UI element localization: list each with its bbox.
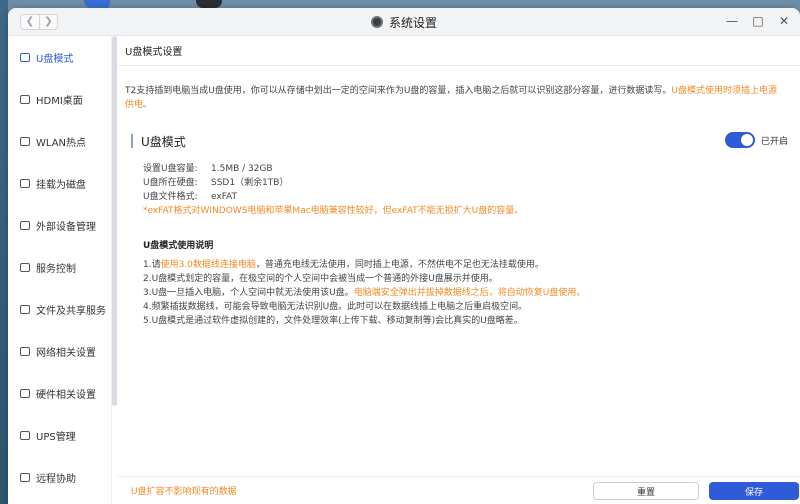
monitor-icon bbox=[20, 94, 30, 104]
sidebar-item-external-devices[interactable]: 外部设备管理 bbox=[8, 204, 111, 246]
device-icon bbox=[20, 220, 30, 230]
hardware-icon bbox=[20, 388, 30, 398]
disk-label: U盘所在硬盘: bbox=[143, 178, 198, 188]
usb-mode-title: U盘模式 bbox=[141, 134, 186, 149]
save-button[interactable]: 保存 bbox=[709, 482, 799, 500]
headset-icon bbox=[20, 472, 30, 482]
usb-info: 设置U盘容量: 1.5MB / 32GB U盘所在硬盘: SSD1（剩余1TB）… bbox=[143, 162, 523, 218]
sidebar-item-wlan[interactable]: WLAN热点 bbox=[8, 120, 111, 162]
sidebar-item-hdmi[interactable]: HDMI桌面 bbox=[8, 78, 111, 120]
usb-icon bbox=[20, 52, 30, 62]
disk-row: U盘所在硬盘: SSD1（剩余1TB） bbox=[143, 176, 523, 190]
capacity-value: 1.5MB / 32GB bbox=[211, 164, 273, 174]
sidebar-item-hardware[interactable]: 硬件相关设置 bbox=[8, 372, 111, 414]
sidebar-item-label: UPS管理 bbox=[36, 431, 76, 443]
explain-title: U盘模式使用说明 bbox=[143, 241, 214, 251]
explain-text: ，普通充电线无法使用，同时插上电源，不然供电不足也无法挂载使用。 bbox=[255, 260, 544, 270]
settings-window: ❮ ❯ 系统设置 — □ ✕ U盘模式 HDMI桌面 WLAN热点 挂载为磁盘 bbox=[8, 8, 800, 504]
capacity-label: 设置U盘容量: bbox=[143, 164, 198, 174]
sidebar-item-label: HDMI桌面 bbox=[36, 95, 83, 107]
title-bar: ❮ ❯ 系统设置 — □ ✕ bbox=[8, 8, 800, 36]
section-marker bbox=[131, 134, 133, 148]
explain-item: 1.请使用3.0数据线连接电脑，普通充电线无法使用，同时插上电源，不然供电不足也… bbox=[143, 258, 783, 272]
toggle-status: 已开启 bbox=[760, 136, 788, 147]
footer: U盘扩容不影响现有的数据 重置 保存 bbox=[117, 476, 800, 504]
sidebar-item-label: 网络相关设置 bbox=[36, 347, 96, 359]
section-title: U盘模式设置 bbox=[117, 36, 800, 66]
maximize-icon[interactable]: □ bbox=[752, 14, 764, 28]
sidebar-item-network[interactable]: 网络相关设置 bbox=[8, 330, 111, 372]
intro-description: T2支持插到电脑当成U盘使用，你可以从存储中划出一定的空间来作为U盘的容量，插入… bbox=[125, 86, 672, 96]
explain-highlight: 电脑端安全弹出并拔掉数据线之后，将自动恢复U盘使用。 bbox=[353, 288, 586, 298]
toggle-icon bbox=[20, 262, 30, 272]
sidebar-item-label: 远程协助 bbox=[36, 473, 76, 485]
intro-text: T2支持插到电脑当成U盘使用，你可以从存储中划出一定的空间来作为U盘的容量，插入… bbox=[125, 84, 783, 112]
wifi-icon bbox=[20, 136, 30, 146]
sidebar-item-label: 外部设备管理 bbox=[36, 221, 96, 233]
disk-icon bbox=[20, 178, 30, 188]
explain-item: 4.频繁插拔数据线，可能会导致电脑无法识别U盘。此时可以在数据线插上电脑之后重启… bbox=[143, 302, 528, 312]
sidebar-item-label: WLAN热点 bbox=[36, 137, 87, 149]
explain-item: 2.U盘模式划定的容量，在极空间的个人空间中会被当成一个普通的外接U盘展示并使用… bbox=[143, 274, 498, 284]
explain-text: 1.请 bbox=[143, 260, 161, 270]
sidebar-item-label: 文件及共享服务 bbox=[36, 305, 106, 317]
capacity-row: 设置U盘容量: 1.5MB / 32GB bbox=[143, 162, 523, 176]
format-label: U盘文件格式: bbox=[143, 192, 198, 202]
usb-mode-row: U盘模式 已开启 bbox=[131, 130, 788, 152]
format-row: U盘文件格式: exFAT bbox=[143, 190, 523, 204]
explain-list: 1.请使用3.0数据线连接电脑，普通充电线无法使用，同时插上电源，不然供电不足也… bbox=[143, 258, 783, 328]
battery-icon bbox=[20, 430, 30, 440]
folder-icon bbox=[20, 304, 30, 314]
desktop-app-icon[interactable] bbox=[196, 0, 222, 8]
reset-button[interactable]: 重置 bbox=[593, 482, 699, 500]
explain-item: 3.U盘一旦插入电脑，个人空间中就无法使用该U盘。电脑端安全弹出并拔掉数据线之后… bbox=[143, 286, 783, 300]
sidebar-item-mount-disk[interactable]: 挂载为磁盘 bbox=[8, 162, 111, 204]
sidebar-item-services[interactable]: 服务控制 bbox=[8, 246, 111, 288]
format-note: *exFAT格式对WINDOWS电脑和苹果Mac电脑兼容性较好，但exFAT不能… bbox=[143, 206, 524, 216]
sidebar: U盘模式 HDMI桌面 WLAN热点 挂载为磁盘 外部设备管理 服务控制 文件及… bbox=[8, 36, 112, 504]
format-value: exFAT bbox=[211, 192, 238, 202]
disk-value: SSD1（剩余1TB） bbox=[211, 178, 289, 188]
explain-highlight: 使用3.0数据线连接电脑 bbox=[160, 260, 256, 270]
explain-item: 5.U盘模式是通过软件虚拟创建的，文件处理效率(上传下载、移动复制等)会比真实的… bbox=[143, 316, 523, 326]
sidebar-item-ups[interactable]: UPS管理 bbox=[8, 414, 111, 456]
minimize-icon[interactable]: — bbox=[726, 14, 738, 28]
sidebar-item-label: 硬件相关设置 bbox=[36, 389, 96, 401]
close-icon[interactable]: ✕ bbox=[778, 14, 790, 28]
explain-text: 3.U盘一旦插入电脑，个人空间中就无法使用该U盘。 bbox=[143, 288, 354, 298]
sidebar-item-label: 挂载为磁盘 bbox=[36, 179, 86, 191]
sidebar-item-usb-mode[interactable]: U盘模式 bbox=[8, 36, 111, 78]
usb-mode-toggle[interactable] bbox=[724, 132, 755, 148]
sidebar-item-label: U盘模式 bbox=[36, 53, 74, 65]
window-controls: — □ ✕ bbox=[726, 14, 790, 28]
settings-app-icon bbox=[370, 16, 383, 28]
window-title: 系统设置 bbox=[388, 15, 437, 30]
sidebar-item-remote-assist[interactable]: 远程协助 bbox=[8, 456, 111, 498]
main-panel: U盘模式设置 T2支持插到电脑当成U盘使用，你可以从存储中划出一定的空间来作为U… bbox=[117, 36, 800, 504]
desktop-backdrop bbox=[0, 0, 8, 504]
sidebar-item-label: 服务控制 bbox=[36, 263, 76, 275]
footer-note: U盘扩容不影响现有的数据 bbox=[131, 487, 237, 497]
sidebar-item-file-sharing[interactable]: 文件及共享服务 bbox=[8, 288, 111, 330]
network-icon bbox=[20, 346, 30, 356]
